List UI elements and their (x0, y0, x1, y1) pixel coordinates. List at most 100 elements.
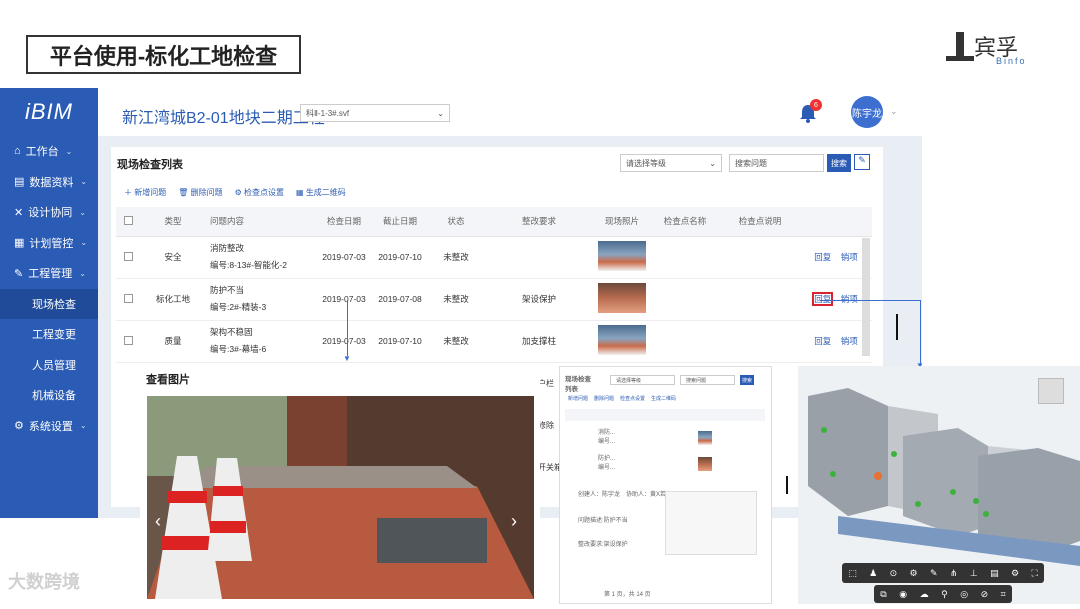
fullscreen-icon[interactable]: ⛶ (1031, 568, 1037, 579)
sidebar-item[interactable]: 现场检查 (0, 288, 98, 319)
book-icon: ▤ (14, 176, 25, 189)
gear-icon: ⚙ (14, 420, 24, 433)
close-link[interactable]: 销项 (841, 252, 858, 262)
pin-icon[interactable]: ⚲ (941, 589, 948, 600)
person-icon[interactable]: ♟ (869, 568, 877, 579)
qrcode-label: 生成二维码 (305, 188, 346, 197)
issue-title: 防护不当 (210, 285, 245, 295)
mini-reply-box[interactable] (665, 491, 757, 555)
mini-search-button[interactable]: 搜索 (740, 375, 754, 385)
gear-icon[interactable]: ⚙ (1011, 568, 1019, 579)
cell-checkpoint-name (650, 278, 720, 321)
col-checkpoint-name: 检查点名称 (650, 207, 720, 237)
divider-mark (896, 314, 898, 340)
app-logo: iBIM (25, 99, 73, 124)
cell-type: 安全 (140, 236, 206, 279)
search-button[interactable]: 搜索 (827, 154, 851, 172)
divider-mark (786, 476, 788, 494)
sidebar-nav: ⌂ 工作台 ⌄ ▤ 数据资料 ⌄ ✕ 设计协同 ⌄ ▦ 计划管控 ⌄ ✎ 工程管理 ⌄ 现场检查工程变更 人员管… (0, 136, 98, 441)
mini-settings-button[interactable]: 检查点设置 (620, 395, 645, 402)
row-checkbox[interactable] (123, 293, 133, 303)
sidebar-item-label: 设计协同 (28, 207, 73, 220)
row-checkbox[interactable] (123, 335, 133, 345)
grade-select[interactable]: 请选择等级 ⌄ (620, 154, 722, 172)
share-icon[interactable]: ⋔ (950, 568, 958, 579)
table-scrollbar[interactable] (862, 238, 870, 356)
annotation-line (920, 300, 921, 364)
search-input[interactable]: 搜索问题 (729, 154, 824, 172)
document-icon[interactable]: ▤ (990, 568, 999, 579)
mini-table-header (565, 409, 765, 421)
col-content: 问题内容 (206, 207, 316, 237)
sidebar-item[interactable]: 机械设备 (0, 380, 98, 411)
avatar[interactable]: 陈宇龙 (851, 96, 883, 128)
reply-link[interactable]: 回复 (814, 336, 831, 346)
photo-thumbnail[interactable] (598, 325, 646, 355)
view-cube-icon[interactable] (1038, 378, 1064, 404)
layers-icon[interactable]: ⧉ (880, 589, 886, 600)
pen-icon[interactable]: ✎ (930, 568, 938, 579)
camera-icon[interactable]: ⊙ (890, 568, 898, 579)
table-row[interactable]: 质量 架构不稳固 编号:3#-幕墙-6 2019-07-03 2019-07-10 未整改… (116, 320, 872, 363)
cloud-icon[interactable]: ☁ (920, 589, 929, 600)
calendar-icon: ▦ (14, 237, 25, 250)
user-menu-chevron-icon[interactable]: ⌄ (890, 106, 898, 117)
checkpoint-settings-button[interactable]: ⚙ 检查点设置 (235, 187, 284, 198)
cell-requirement (484, 236, 594, 279)
eye-icon[interactable]: ◉ (899, 589, 907, 600)
photo-thumbnail[interactable] (598, 283, 646, 313)
select-box-icon[interactable]: ⬚ (848, 568, 857, 579)
cell-photo (594, 320, 650, 363)
close-link[interactable]: 销项 (841, 294, 858, 304)
photo-thumbnail[interactable] (598, 241, 646, 271)
table-row[interactable]: 安全 消防整改 编号:8-13#-智能化-2 2019-07-03 2019-07-10… (116, 236, 872, 279)
model-select[interactable]: 科Ⅱ-1-3#.svf ⌄ (300, 104, 450, 122)
reply-link[interactable]: 回复 (814, 252, 831, 262)
sidebar-item[interactable]: ▦ 计划管控 ⌄ (0, 228, 98, 259)
target-icon[interactable]: ◎ (960, 589, 968, 600)
delete-issue-button[interactable]: 🗑 删除问题 (178, 187, 222, 198)
row-checkbox[interactable] (123, 251, 133, 261)
mini-search-input[interactable]: 搜索问题 (680, 375, 735, 385)
sidebar-item[interactable]: ⌂ 工作台 ⌄ (0, 136, 98, 167)
edit-icon[interactable]: ✎ (854, 154, 870, 170)
mini-pagination[interactable]: 第 1 页，共 14 页 (604, 589, 651, 598)
mini-grade-select[interactable]: 请选择等级 (610, 375, 675, 385)
mini-delete-button[interactable]: 删除问题 (594, 395, 614, 402)
mini-add-button[interactable]: 新增问题 (568, 395, 588, 402)
qrcode-button[interactable]: ▦ 生成二维码 (296, 187, 346, 198)
annotation-line (347, 300, 348, 356)
sidebar-item[interactable]: ✕ 设计协同 ⌄ (0, 197, 98, 228)
reply-link[interactable]: 回复 (812, 292, 834, 306)
watermark: 大数跨境 (8, 572, 80, 592)
next-image-icon[interactable]: › (511, 511, 517, 532)
tree-icon[interactable]: ⊥ (970, 568, 978, 579)
crop-icon[interactable]: ⌗ (1001, 589, 1006, 600)
partial-cell: 户栏 (538, 379, 554, 388)
sidebar-item-label: 现场检查 (32, 298, 76, 311)
close-link[interactable]: 销项 (841, 336, 858, 346)
col-requirement: 整改要求 (484, 207, 594, 237)
grade-select-value: 请选择等级 (626, 158, 666, 168)
list-toolbar: ＋ 新增问题 🗑 删除问题 ⚙ 检查点设置 ▦ 生成二维码 (124, 187, 346, 198)
col-status: 状态 (428, 207, 484, 237)
search-placeholder: 搜索问题 (735, 158, 767, 168)
mini-qrcode-button[interactable]: 生成二维码 (651, 395, 676, 402)
sidebar-item[interactable]: 工程变更 (0, 319, 98, 350)
table-row[interactable]: 标化工地 防护不当 编号:2#-精装-3 2019-07-03 2019-07-08 未整… (116, 278, 872, 321)
prev-image-icon[interactable]: ‹ (155, 511, 161, 532)
sidebar: iBIM ⌂ 工作台 ⌄ ▤ 数据资料 ⌄ ✕ 设计协同 ⌄ ▦ 计划管控 ⌄ ✎ 工程管理 ⌄ 现场检查工程… (0, 88, 98, 518)
add-issue-button[interactable]: ＋ 新增问题 (124, 187, 166, 198)
sidebar-item[interactable]: ▤ 数据资料 ⌄ (0, 167, 98, 198)
mini-detail-desc: 问题描述:防护不当 (578, 518, 628, 524)
hide-icon[interactable]: ⊘ (981, 589, 989, 600)
mini-photo (698, 431, 712, 445)
sidebar-item[interactable]: ✎ 工程管理 ⌄ (0, 258, 98, 289)
sidebar-item[interactable]: 人员管理 (0, 350, 98, 381)
site-photo: ‹ › (147, 396, 534, 599)
cell-checkpoint-desc (720, 320, 800, 363)
settings-icon[interactable]: ⚙ (910, 568, 918, 579)
sidebar-item[interactable]: ⚙ 系统设置 ⌄ (0, 411, 98, 442)
inspection-table: 类型 问题内容 检查日期 截止日期 状态 整改要求 现场照片 检查点名称 检查点… (116, 207, 872, 363)
select-all-checkbox[interactable] (123, 215, 133, 225)
